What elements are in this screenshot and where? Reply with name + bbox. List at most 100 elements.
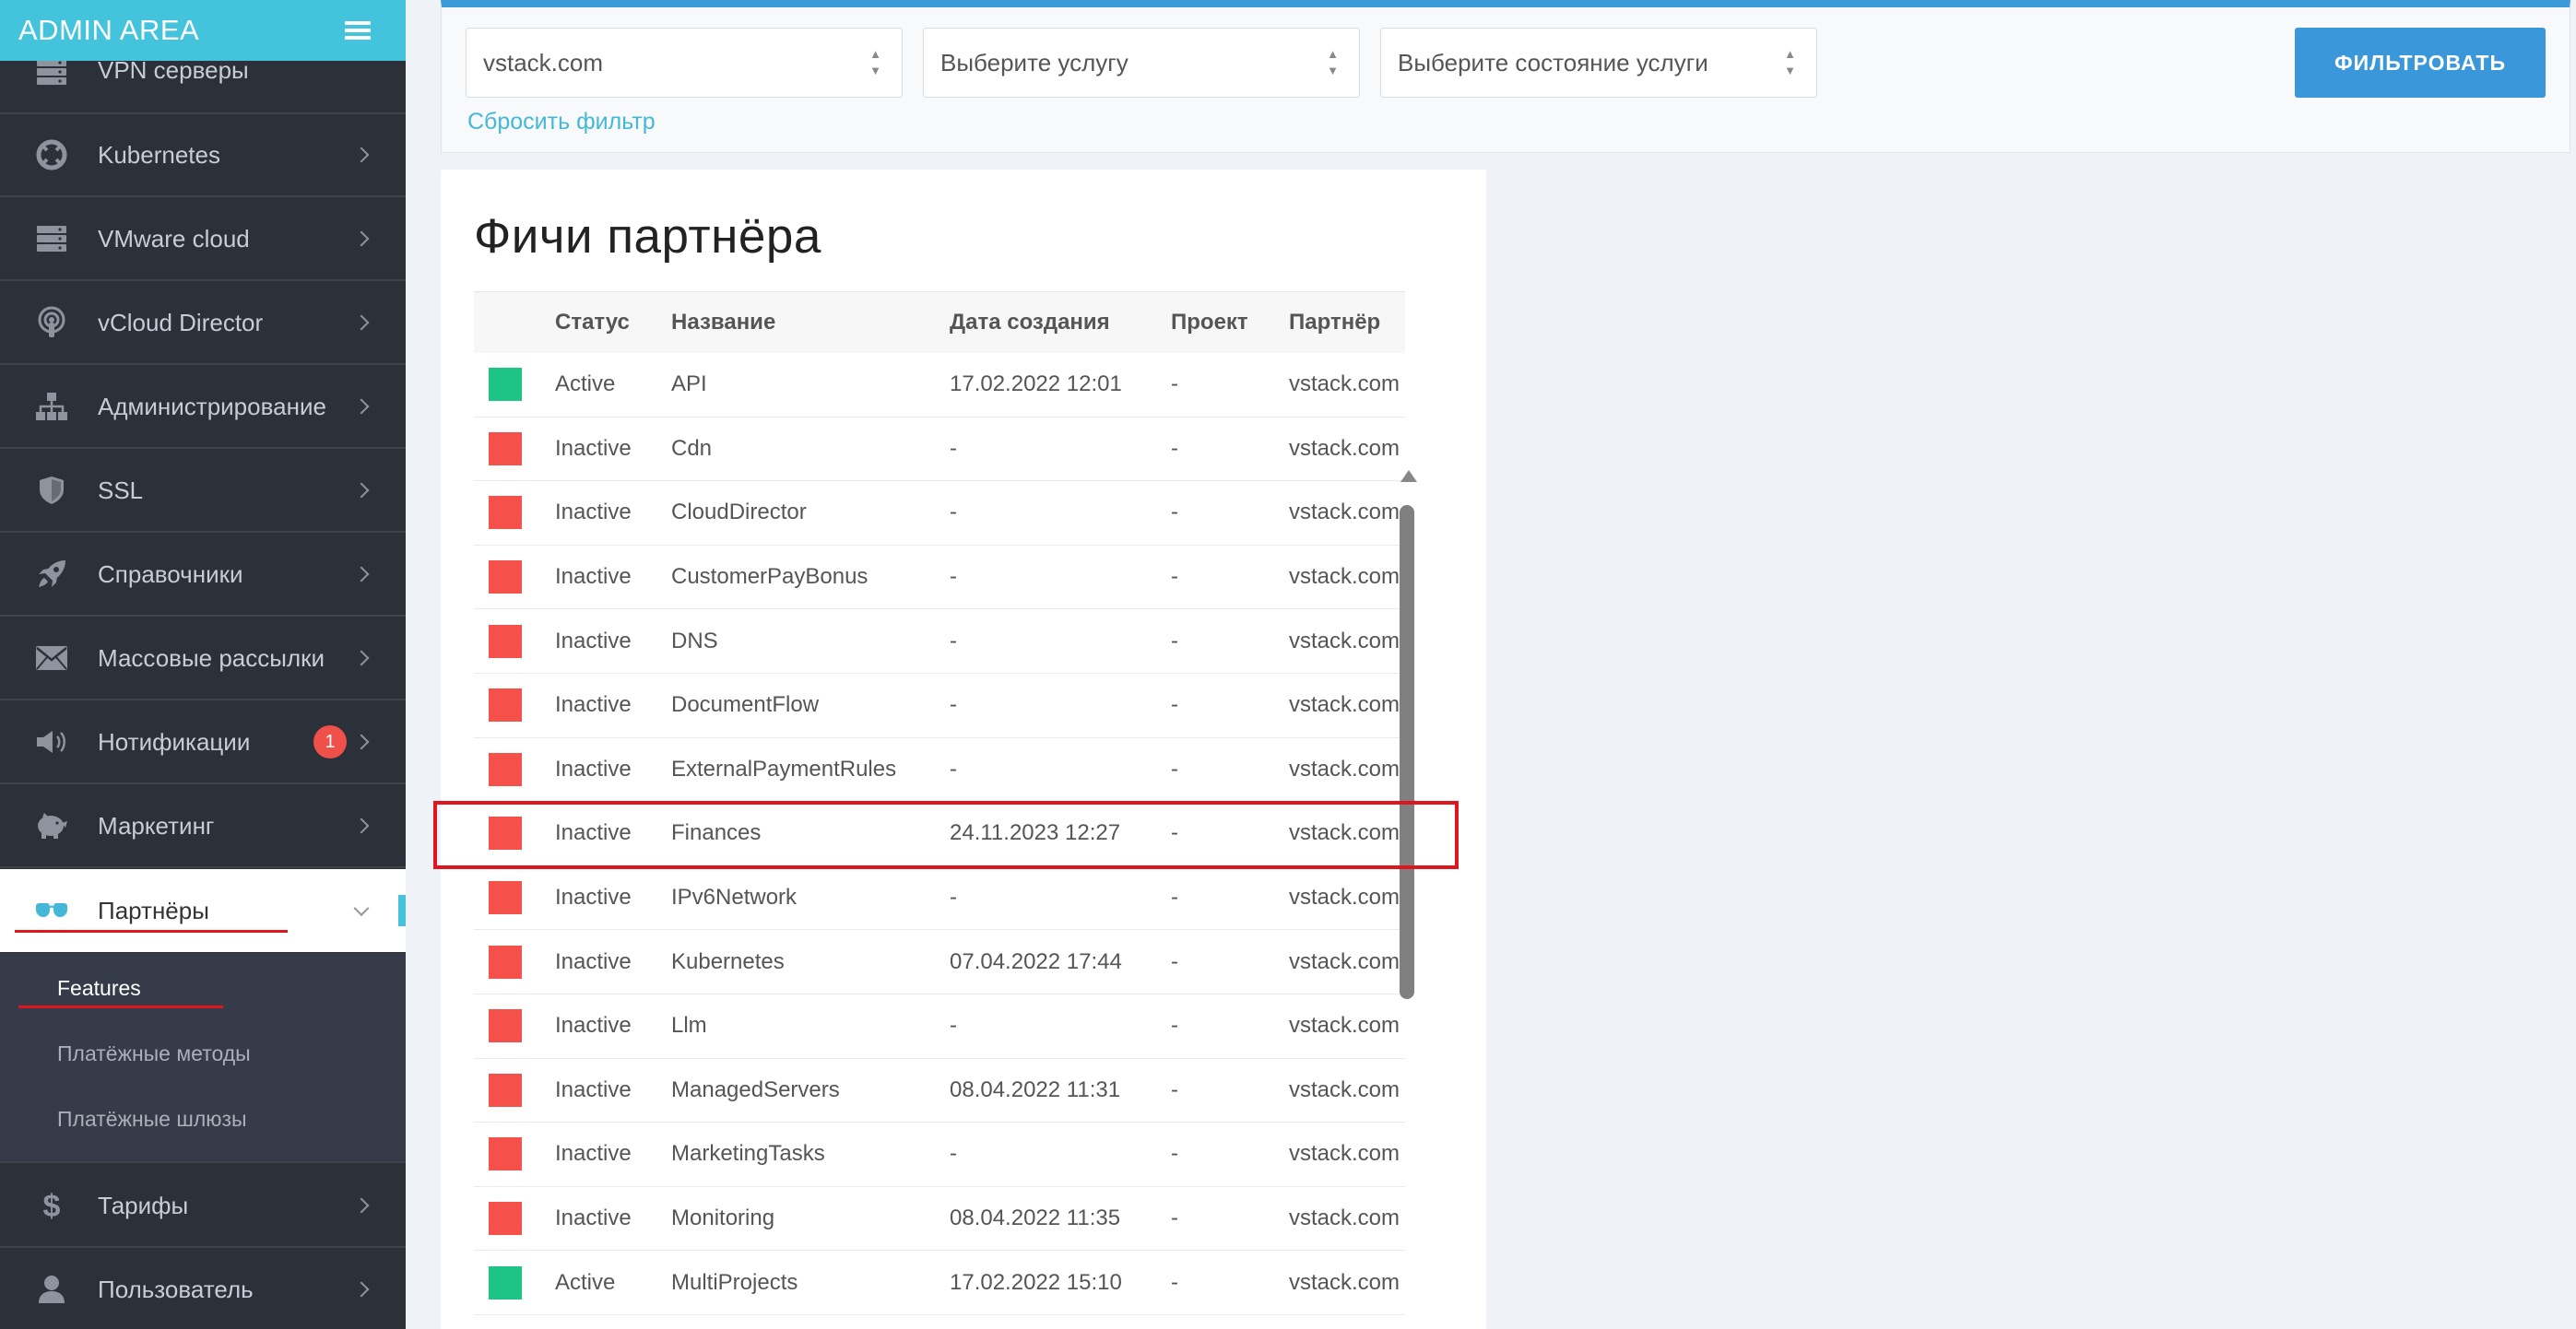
sidebar-item-label: Партнёры	[98, 896, 209, 924]
status-cell: Inactive	[555, 948, 632, 974]
table-row[interactable]: Inactive Finances 24.11.2023 12:27 - vstack.…	[474, 802, 1405, 866]
status-indicator-cell	[474, 353, 555, 418]
status-color-square	[489, 817, 522, 851]
name-cell: ManagedServers	[671, 1076, 840, 1102]
column-header-project[interactable]: Проект	[1171, 292, 1289, 353]
table-row[interactable]: Inactive DNS - - vstack.com	[474, 609, 1405, 674]
scrollbar-thumb[interactable]	[1400, 505, 1414, 999]
partner-cell: vstack.com	[1289, 692, 1400, 718]
column-header-created[interactable]: Дата создания	[950, 292, 1171, 353]
column-header-name[interactable]: Название	[671, 292, 950, 353]
partner-select-value: vstack.com	[483, 48, 604, 76]
scroll-up-arrow-icon[interactable]	[1400, 470, 1417, 482]
sitemap-icon	[33, 388, 70, 425]
partner-cell: vstack.com	[1289, 1206, 1400, 1231]
sidebar-item-administration[interactable]: Администрирование	[0, 366, 406, 449]
status-indicator-cell	[474, 737, 555, 802]
svg-text:$: $	[43, 1189, 61, 1222]
sidebar-item-kubernetes[interactable]: Kubernetes	[0, 114, 406, 197]
chevron-right-icon	[353, 398, 370, 415]
table-row[interactable]: Inactive IPv6Network - - vstack.com	[474, 865, 1405, 930]
chevron-right-icon	[353, 147, 370, 163]
column-header-partner[interactable]: Партнёр	[1289, 292, 1405, 353]
sort-arrows-icon: ▲ ▼	[1784, 47, 1796, 77]
status-indicator-cell	[474, 673, 555, 737]
project-cell: -	[1171, 1076, 1178, 1102]
sidebar-item-label: Массовые рассылки	[98, 643, 325, 672]
sidebar-item-label: SSL	[98, 476, 144, 504]
sidebar-item-notifications[interactable]: Нотификации 1	[0, 701, 406, 784]
status-indicator-cell	[474, 417, 555, 481]
status-cell: Inactive	[555, 1141, 632, 1167]
partner-cell: vstack.com	[1289, 885, 1400, 911]
chevron-right-icon	[353, 230, 370, 247]
dollar-icon: $	[33, 1187, 70, 1224]
sort-arrows-icon: ▲ ▼	[1327, 47, 1339, 77]
project-cell: -	[1171, 885, 1178, 911]
sidebar-item-ssl[interactable]: SSL	[0, 450, 406, 533]
partner-select[interactable]: vstack.com ▲ ▼	[466, 28, 903, 98]
name-cell: Monitoring	[671, 1206, 775, 1231]
project-cell: -	[1171, 1206, 1178, 1231]
status-color-square	[489, 368, 522, 402]
filter-panel: vstack.com ▲ ▼ Выберите услугу ▲ ▼ Выберит…	[441, 0, 2570, 153]
submenu-item-payment-gateways[interactable]: Платёжные шлюзы	[57, 1107, 247, 1132]
sidebar-item-vmware-cloud[interactable]: VMware cloud	[0, 198, 406, 281]
table-row[interactable]: Inactive DocumentFlow - - vstack.com	[474, 673, 1405, 738]
service-select[interactable]: Выберите услугу ▲ ▼	[923, 28, 1360, 98]
status-indicator-cell	[474, 545, 555, 609]
table-row[interactable]: Inactive Monitoring 08.04.2022 11:35 - vstac…	[474, 1186, 1405, 1251]
table-row[interactable]: Active MultiProjects 17.02.2022 15:10 - vsta…	[474, 1251, 1405, 1315]
status-color-square	[489, 1073, 522, 1107]
user-icon	[33, 1271, 70, 1308]
sidebar-item-label: Маркетинг	[98, 811, 215, 840]
sidebar-item-partners[interactable]: Партнёры	[0, 869, 406, 952]
rocket-icon	[33, 556, 70, 593]
menu-toggle-icon[interactable]	[345, 21, 371, 40]
table-row[interactable]: Active API 17.02.2022 12:01 - vstack.com	[474, 353, 1405, 418]
status-indicator-cell	[474, 1251, 555, 1315]
table-row[interactable]: Inactive CloudDirector - - vstack.com	[474, 481, 1405, 546]
sidebar-item-mass-mailing[interactable]: Массовые рассылки	[0, 617, 406, 700]
submenu-item-payment-methods[interactable]: Платёжные методы	[57, 1041, 251, 1066]
created-date-cell: -	[950, 500, 957, 525]
shield-icon	[33, 472, 70, 509]
table-row[interactable]: Inactive CustomerPayBonus - - vstack.com	[474, 545, 1405, 609]
service-state-select[interactable]: Выберите состояние услуги ▲ ▼	[1380, 28, 1817, 98]
sidebar-item-marketing[interactable]: Маркетинг	[0, 785, 406, 868]
sidebar-item-references[interactable]: Справочники	[0, 534, 406, 617]
sidebar-item-tariffs[interactable]: $ Тарифы	[0, 1165, 406, 1248]
column-header-status[interactable]: Статус	[555, 292, 671, 353]
status-indicator-cell	[474, 1123, 555, 1187]
status-cell: Inactive	[555, 564, 632, 590]
project-cell: -	[1171, 820, 1178, 846]
partner-cell: vstack.com	[1289, 564, 1400, 590]
name-cell: MultiProjects	[671, 1269, 798, 1295]
brand-title: ADMIN AREA	[18, 14, 200, 46]
reset-filter-link[interactable]: Сбросить фильтр	[467, 109, 656, 135]
chevron-right-icon	[353, 566, 370, 582]
table-row[interactable]: Inactive Llm - - vstack.com	[474, 994, 1405, 1059]
table-scrollbar[interactable]	[1398, 470, 1417, 1005]
status-cell: Inactive	[555, 885, 632, 911]
table-row[interactable]: Inactive ManagedServers 08.04.2022 11:31 - v…	[474, 1058, 1405, 1123]
name-cell: Cdn	[671, 435, 713, 461]
sidebar-item-user[interactable]: Пользователь	[0, 1249, 406, 1329]
table-row[interactable]: Inactive ExternalPaymentRules - - vstack.com	[474, 737, 1405, 802]
service-state-placeholder: Выберите состояние услуги	[1398, 48, 1708, 76]
table-row[interactable]: Inactive Cdn - - vstack.com	[474, 417, 1405, 481]
sidebar-item-vcloud-director[interactable]: vCloud Director	[0, 282, 406, 365]
sidebar-item-label: vCloud Director	[98, 308, 264, 336]
sort-arrows-icon: ▲ ▼	[869, 47, 881, 77]
created-date-cell: -	[950, 1141, 957, 1167]
status-cell: Inactive	[555, 820, 632, 846]
table-row[interactable]: Inactive Kubernetes 07.04.2022 17:44 - vstac…	[474, 930, 1405, 994]
table-row[interactable]: Inactive MarketingTasks - - vstack.com	[474, 1123, 1405, 1187]
notification-count-badge: 1	[313, 725, 347, 759]
project-cell: -	[1171, 948, 1178, 974]
features-table-container: Статус Название Дата создания Проект Пар…	[474, 291, 1435, 1329]
column-header	[474, 292, 555, 353]
submenu-item-features[interactable]: Features	[57, 976, 141, 1001]
filter-button[interactable]: ФИЛЬТРОВАТЬ	[2295, 28, 2546, 98]
partner-cell: vstack.com	[1289, 1269, 1400, 1295]
